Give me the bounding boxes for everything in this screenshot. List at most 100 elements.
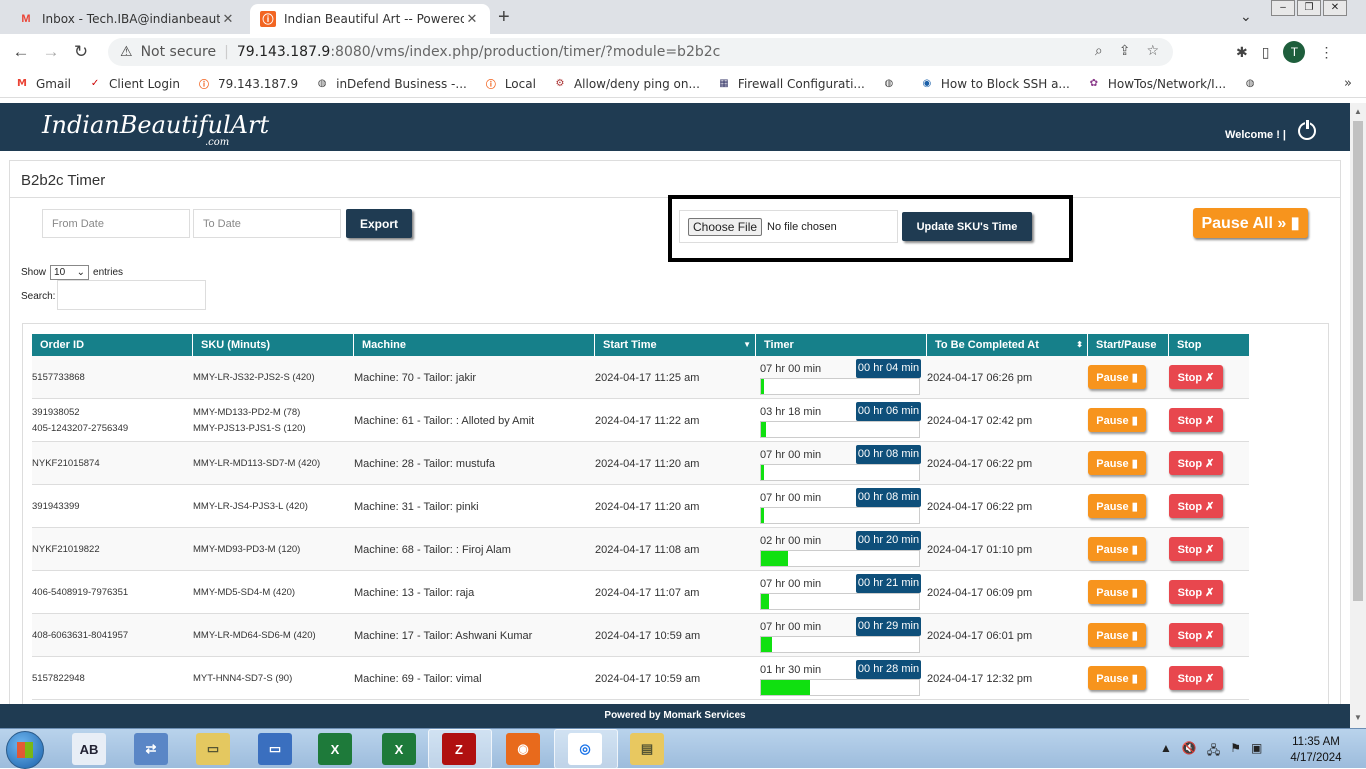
pause-all-button[interactable]: Pause All » ▮ bbox=[1193, 208, 1308, 238]
restore-icon[interactable]: ❐ bbox=[1297, 0, 1321, 16]
network-app-icon[interactable]: ⇄ bbox=[134, 733, 168, 765]
minimize-icon[interactable]: – bbox=[1271, 0, 1295, 16]
pause-button[interactable]: Pause ▮ bbox=[1088, 451, 1146, 475]
bookmark-label: Gmail bbox=[36, 76, 72, 91]
app-tray-icon[interactable]: ▣ bbox=[1251, 741, 1262, 762]
tab-inbox[interactable]: M Inbox - Tech.IBA@indianbeautiful ✕ bbox=[8, 4, 246, 34]
progress-fill bbox=[761, 680, 810, 695]
file-input[interactable]: Choose File No file chosen bbox=[679, 210, 898, 243]
chevron-down-icon[interactable]: ⌄ bbox=[1240, 8, 1252, 25]
bookmark-item[interactable]: ◉ How to Block SSH a... bbox=[919, 76, 1070, 92]
firefox-app-icon[interactable]: ◉ bbox=[506, 733, 540, 765]
zoom-icon[interactable]: ⌕ bbox=[1095, 43, 1103, 59]
bookmark-item[interactable]: ▦ Firewall Configurati... bbox=[716, 76, 865, 92]
cell-order: 408-6063631-8041957 bbox=[32, 614, 128, 657]
th-to-be-completed[interactable]: To Be Completed At ⬍ bbox=[927, 334, 1088, 356]
tab-indian-beautiful-art[interactable]: ⓘ Indian Beautiful Art -- Powered b ✕ bbox=[250, 4, 490, 34]
keyboard-app-icon[interactable]: AB bbox=[72, 733, 106, 765]
side-panel-icon[interactable]: ▯ bbox=[1262, 44, 1270, 61]
timer-cell: 07 hr 00 min 00 hr 21 min bbox=[759, 574, 921, 611]
bookmark-item[interactable]: ◍ bbox=[1242, 76, 1264, 92]
menu-icon[interactable]: ⋮ bbox=[1319, 44, 1333, 61]
explorer-app-icon[interactable]: ▤ bbox=[630, 733, 664, 765]
cell-machine-text: Machine: 69 - Tailor: vimal bbox=[354, 672, 482, 685]
bookmark-item[interactable]: ◍ bbox=[881, 76, 903, 92]
cell-order-line: 405-1243207-2756349 bbox=[32, 423, 129, 434]
bookmark-item[interactable]: ◍ inDefend Business -... bbox=[314, 76, 467, 92]
th-start-pause[interactable]: Start/Pause bbox=[1088, 334, 1169, 356]
chrome-app-icon[interactable]: ◎ bbox=[568, 733, 602, 765]
start-button[interactable] bbox=[6, 731, 44, 769]
bookmark-item[interactable]: ⓘ Local bbox=[483, 76, 536, 92]
url-input[interactable]: ⚠ Not secure | 79.143.187.9 :8080/vms/in… bbox=[108, 38, 1173, 66]
pause-button[interactable]: Pause ▮ bbox=[1088, 580, 1146, 604]
scroll-down-icon[interactable]: ▼ bbox=[1354, 713, 1362, 722]
th-machine[interactable]: Machine bbox=[354, 334, 595, 356]
search-input[interactable] bbox=[57, 280, 206, 310]
stop-button[interactable]: Stop ✗ bbox=[1169, 494, 1223, 518]
stop-button[interactable]: Stop ✗ bbox=[1169, 451, 1223, 475]
entries-select[interactable]: 10 ⌄ bbox=[50, 265, 90, 280]
warning-icon[interactable]: ⚠ bbox=[120, 44, 133, 60]
pause-button[interactable]: Pause ▮ bbox=[1088, 537, 1146, 561]
scroll-thumb[interactable] bbox=[1353, 121, 1363, 601]
bookmark-item[interactable]: ⚙ Allow/deny ping on... bbox=[552, 76, 699, 92]
flag-icon[interactable]: ⚑ bbox=[1230, 741, 1241, 762]
new-tab-icon[interactable]: + bbox=[498, 6, 510, 29]
bookmark-item[interactable]: ✿ HowTos/Network/I... bbox=[1086, 76, 1226, 92]
close-window-icon[interactable]: ✕ bbox=[1323, 0, 1347, 16]
update-sku-time-button[interactable]: Update SKU's Time bbox=[902, 212, 1032, 241]
page-scrollbar[interactable]: ▲ ▼ bbox=[1350, 103, 1366, 728]
stop-button[interactable]: Stop ✗ bbox=[1169, 408, 1223, 432]
export-button[interactable]: Export bbox=[346, 209, 412, 238]
from-date-input[interactable]: From Date bbox=[42, 209, 190, 238]
stop-button[interactable]: Stop ✗ bbox=[1169, 365, 1223, 389]
stop-button[interactable]: Stop ✗ bbox=[1169, 537, 1223, 561]
th-order-id[interactable]: Order ID bbox=[32, 334, 193, 356]
reload-icon[interactable]: ↻ bbox=[66, 42, 96, 62]
back-icon[interactable]: ← bbox=[6, 42, 36, 62]
pause-button[interactable]: Pause ▮ bbox=[1088, 365, 1146, 389]
excel-app-2-icon[interactable]: X bbox=[382, 733, 416, 765]
cell-sku-line: MMY-PJS13-PJS1-S (120) bbox=[193, 423, 306, 434]
clock[interactable]: 11:35 AM 4/17/2024 bbox=[1284, 734, 1348, 766]
folder-app-icon[interactable]: ▭ bbox=[196, 733, 230, 765]
close-icon[interactable]: ✕ bbox=[464, 11, 480, 27]
iba-icon: ⓘ bbox=[260, 11, 276, 27]
stop-button[interactable]: Stop ✗ bbox=[1169, 666, 1223, 690]
mute-icon[interactable]: 🔇 bbox=[1182, 741, 1197, 762]
choose-file-button[interactable]: Choose File bbox=[688, 217, 763, 236]
to-date-input[interactable]: To Date bbox=[193, 209, 341, 238]
avatar[interactable]: T bbox=[1283, 41, 1306, 63]
more-bookmarks-icon[interactable]: » bbox=[1344, 76, 1352, 91]
scroll-up-icon[interactable]: ▲ bbox=[1354, 107, 1362, 116]
forward-icon[interactable]: → bbox=[36, 42, 66, 62]
th-stop[interactable]: Stop bbox=[1169, 334, 1250, 356]
drive-app-icon[interactable]: ▭ bbox=[258, 733, 292, 765]
stop-button[interactable]: Stop ✗ bbox=[1169, 623, 1223, 647]
pause-button[interactable]: Pause ▮ bbox=[1088, 408, 1146, 432]
extensions-icon[interactable]: ✱ bbox=[1236, 44, 1248, 61]
network-icon[interactable]: 🖧 bbox=[1207, 741, 1220, 762]
th-sku[interactable]: SKU (Minuts) bbox=[193, 334, 354, 356]
pause-button[interactable]: Pause ▮ bbox=[1088, 623, 1146, 647]
star-icon[interactable]: ☆ bbox=[1146, 43, 1159, 59]
bookmark-icon: ⓘ bbox=[198, 80, 209, 91]
cell-start: 2024-04-17 11:20 am bbox=[595, 485, 699, 528]
filezilla-app-icon[interactable]: Z bbox=[442, 733, 476, 765]
pause-button[interactable]: Pause ▮ bbox=[1088, 666, 1146, 690]
th-start-time[interactable]: Start Time ▼ bbox=[595, 334, 756, 356]
bookmark-item[interactable]: ⓘ 79.143.187.9 bbox=[196, 76, 298, 92]
progress-bar bbox=[760, 507, 920, 524]
close-icon[interactable]: ✕ bbox=[220, 11, 236, 27]
th-timer[interactable]: Timer bbox=[756, 334, 927, 356]
bookmark-item[interactable]: ✓ Client Login bbox=[87, 76, 180, 92]
pause-button[interactable]: Pause ▮ bbox=[1088, 494, 1146, 518]
excel-app-icon[interactable]: X bbox=[318, 733, 352, 765]
site-logo[interactable]: IndianBeautifulArt .com bbox=[42, 111, 269, 148]
stop-button[interactable]: Stop ✗ bbox=[1169, 580, 1223, 604]
share-icon[interactable]: ⇪ bbox=[1119, 43, 1131, 59]
bookmark-item[interactable]: M Gmail bbox=[14, 76, 71, 92]
tray-expand-icon[interactable]: ▲ bbox=[1160, 741, 1172, 762]
power-icon[interactable] bbox=[1298, 119, 1316, 140]
